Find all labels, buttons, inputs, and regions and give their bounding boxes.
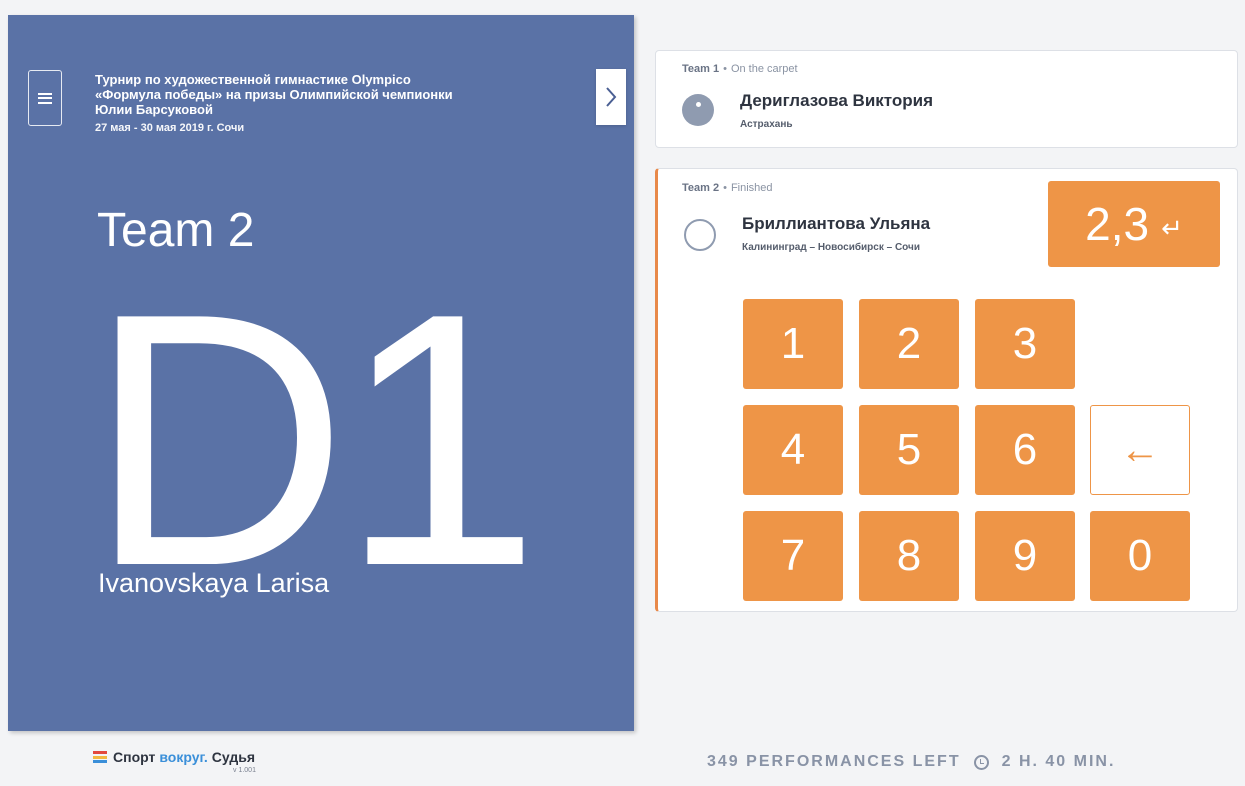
enter-icon: ↵ (1161, 212, 1183, 243)
finished-status-icon (684, 219, 716, 251)
tournament-title-line2: «Формула победы» на призы Олимпийской че… (95, 87, 453, 102)
menu-icon (38, 92, 52, 104)
on-carpet-status-icon (682, 94, 714, 126)
app-version: v 1.001 (233, 767, 256, 774)
score-value: 2,3 (1085, 198, 1150, 250)
brand-accent: вокруг. (159, 749, 208, 765)
tournament-info: Турнир по художественной гимнастике Olym… (95, 72, 575, 134)
tournament-title-line1: Турнир по художественной гимнастике Olym… (95, 72, 411, 87)
brand-part2: Судья (211, 749, 256, 765)
athlete-city: Астрахань (740, 119, 793, 130)
judge-info-panel: Турнир по художественной гимнастике Olym… (8, 15, 634, 731)
team-label: Team 1 (682, 63, 720, 75)
judge-role: D1 (88, 239, 540, 641)
chevron-right-icon (606, 87, 617, 107)
keypad-1[interactable]: 1 (743, 299, 843, 389)
performance-meta: Team 1 • On the carpet (682, 63, 798, 75)
time-left: 2 H. 40 MIN. (1001, 753, 1116, 770)
menu-button[interactable] (28, 70, 62, 126)
clock-icon (973, 754, 989, 770)
athlete-name: Дериглазова Виктория (740, 91, 934, 110)
keypad-3[interactable]: 3 (975, 299, 1075, 389)
expand-panel-button[interactable] (596, 69, 626, 125)
brand-part1: Спорт (113, 749, 156, 765)
performance-card-team2: Team 2 • Finished Бриллиантова Ульяна Кали… (655, 168, 1238, 612)
keypad-6[interactable]: 6 (975, 405, 1075, 495)
keypad-4[interactable]: 4 (743, 405, 843, 495)
judge-name: Ivanovskaya Larisa (98, 568, 330, 598)
schedule-status: 349 PERFORMANCES LEFT 2 H. 40 MIN. (707, 753, 1115, 771)
performance-card-team1[interactable]: Team 1 • On the carpet Дериглазова Виктори… (655, 50, 1238, 148)
performance-status: On the carpet (730, 63, 798, 75)
tournament-title: Турнир по художественной гимнастике Olym… (95, 72, 575, 117)
keypad-7[interactable]: 7 (743, 511, 843, 601)
judge-screen: Турнир по художественной гимнастике Olym… (0, 0, 1245, 786)
submit-score-button[interactable]: 2,3 ↵ (1048, 181, 1220, 267)
brand-logo: Спорт вокруг. Судья (93, 749, 255, 765)
performances-left: 349 PERFORMANCES LEFT (707, 753, 961, 770)
tournament-title-line3: Юлии Барсуковой (95, 102, 213, 117)
tournament-dates: 27 мая - 30 мая 2019 г. Сочи (95, 122, 245, 134)
keypad-0[interactable]: 0 (1090, 511, 1190, 601)
logo-icon (93, 751, 107, 763)
performance-status: Finished (730, 182, 773, 194)
keypad-8[interactable]: 8 (859, 511, 959, 601)
backspace-button[interactable]: ← (1090, 405, 1190, 495)
athlete-city: Калининград – Новосибирск – Сочи (742, 242, 920, 253)
keypad-2[interactable]: 2 (859, 299, 959, 389)
keypad-5[interactable]: 5 (859, 405, 959, 495)
keypad-9[interactable]: 9 (975, 511, 1075, 601)
performance-meta: Team 2 • Finished (682, 182, 773, 194)
athlete-name: Бриллиантова Ульяна (742, 214, 931, 233)
team-label: Team 2 (682, 182, 720, 194)
